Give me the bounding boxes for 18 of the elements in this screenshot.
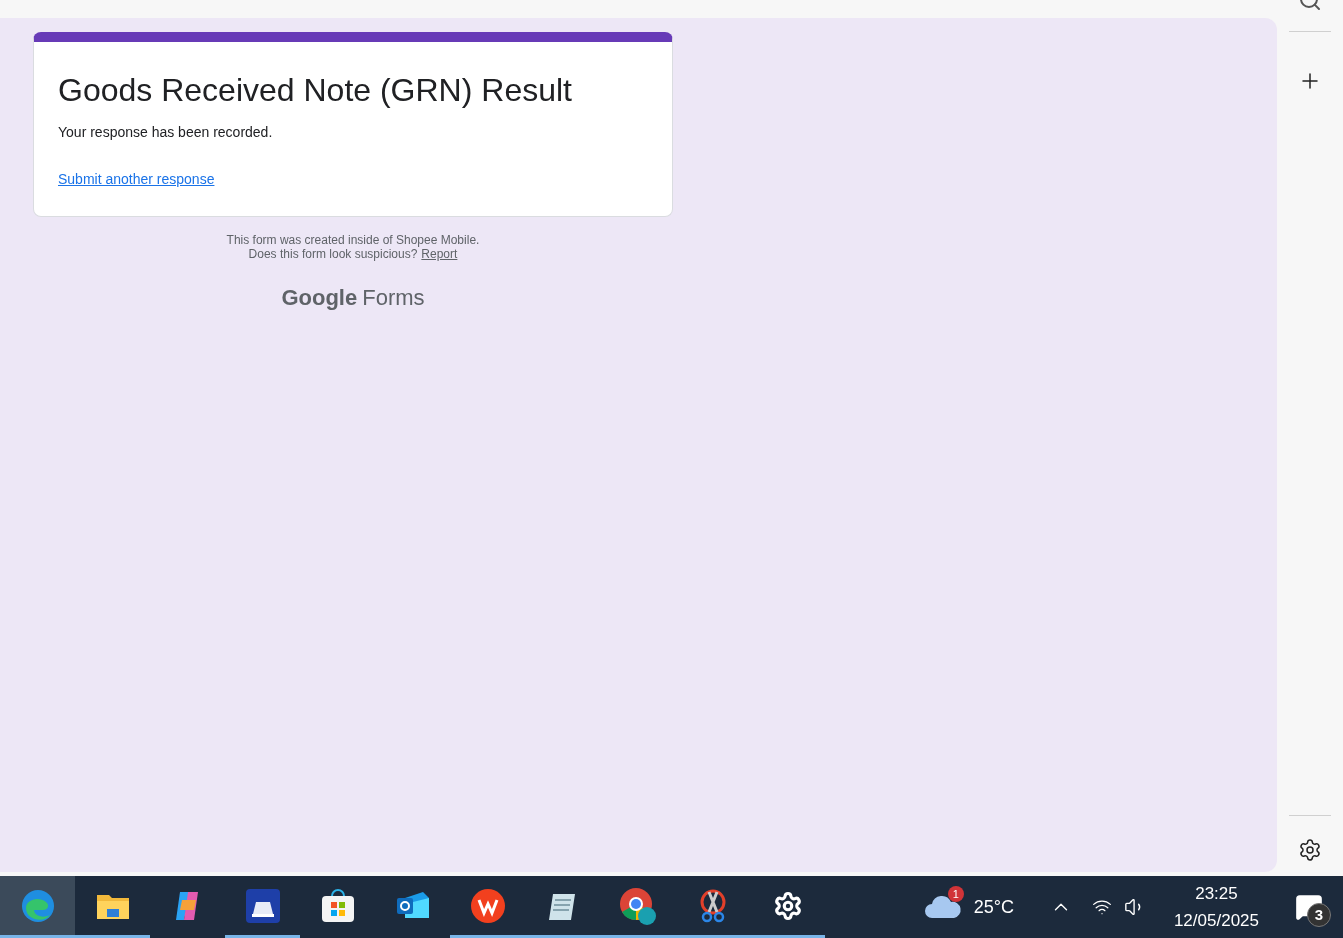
report-link[interactable]: Report	[421, 247, 458, 261]
wps-icon	[469, 887, 506, 924]
clock[interactable]: 23:25 12/05/2025	[1173, 880, 1259, 934]
browser-icon	[19, 887, 56, 924]
chrome-icon	[617, 885, 658, 926]
settings-icon[interactable]	[1298, 838, 1322, 862]
store-icon	[319, 887, 356, 924]
submit-another-link[interactable]: Submit another response	[58, 169, 215, 190]
temperature[interactable]: 25°C	[973, 893, 1014, 921]
scanner-icon	[244, 887, 281, 924]
notification-badge: 1	[947, 886, 964, 902]
notification-count: 3	[1307, 903, 1331, 927]
footer-note: This form was created inside of Shopee Mobile.	[226, 233, 480, 247]
forms-logo: Google Forms	[281, 284, 425, 312]
settings-icon	[772, 890, 803, 921]
footer-note: Does this form look suspicious?	[248, 247, 418, 261]
confirmation-message: Your response has been recorded.	[58, 123, 273, 142]
form-title: Goods Received Note (GRN) Result	[58, 71, 572, 110]
